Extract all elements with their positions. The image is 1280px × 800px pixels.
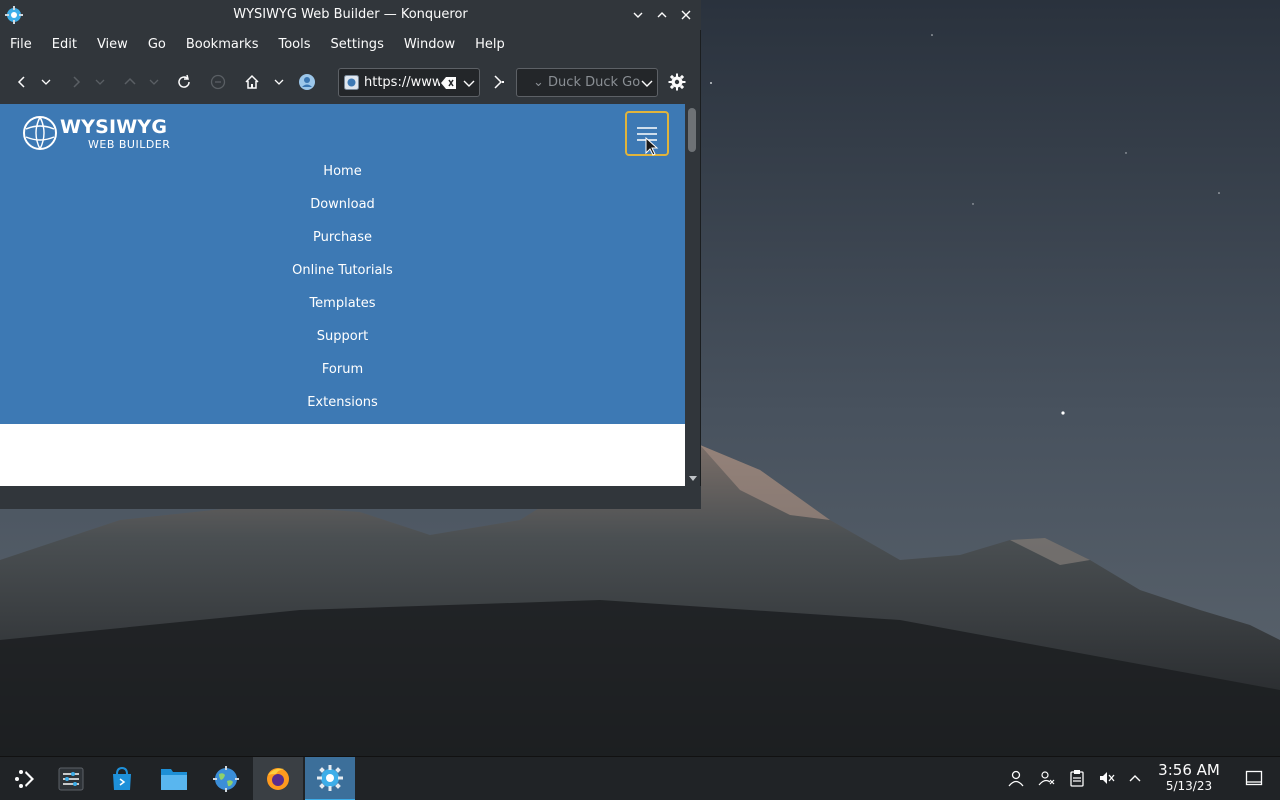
kde-connect-icon[interactable] bbox=[1036, 767, 1058, 789]
search-placeholder: Duck Duck Go bbox=[548, 75, 641, 90]
nav-link-forum[interactable]: Forum bbox=[0, 358, 685, 391]
back-icon[interactable] bbox=[10, 70, 34, 94]
user-status-icon[interactable] bbox=[1005, 767, 1027, 789]
site-logo[interactable]: WYSIWYG WEB BUILDER bbox=[22, 114, 172, 154]
site-navigation-menu: WYSIWYG WEB BUILDER Home Download Purcha… bbox=[0, 104, 685, 424]
go-arrow-icon[interactable] bbox=[486, 70, 510, 94]
menu-window[interactable]: Window bbox=[394, 33, 465, 57]
scroll-down-arrow-icon[interactable] bbox=[688, 474, 697, 483]
menu-help[interactable]: Help bbox=[465, 33, 515, 57]
search-engine-chevron-down-icon[interactable] bbox=[641, 78, 653, 88]
up-chevron-down-icon[interactable] bbox=[146, 70, 162, 94]
page-vertical-scrollbar[interactable] bbox=[685, 104, 700, 486]
home-chevron-down-icon[interactable] bbox=[270, 70, 288, 94]
up-icon[interactable] bbox=[118, 70, 142, 94]
hamburger-menu-button[interactable] bbox=[625, 111, 669, 156]
forward-history-chevron-down-icon[interactable] bbox=[92, 70, 108, 94]
nav-link-templates[interactable]: Templates bbox=[0, 292, 685, 325]
menu-view[interactable]: View bbox=[87, 33, 138, 57]
search-bar[interactable]: ⌄ Duck Duck Go bbox=[516, 68, 658, 97]
site-favicon-icon bbox=[344, 75, 359, 90]
settings-gear-icon[interactable] bbox=[665, 70, 689, 94]
nav-link-support[interactable]: Support bbox=[0, 325, 685, 358]
taskbar: 3:56 AM 5/13/23 bbox=[0, 756, 1280, 800]
konqueror-task-icon[interactable] bbox=[305, 757, 355, 800]
nav-link-download[interactable]: Download bbox=[0, 193, 685, 226]
menu-edit[interactable]: Edit bbox=[42, 33, 87, 57]
maximize-icon[interactable] bbox=[652, 5, 672, 25]
scrollbar-thumb[interactable] bbox=[688, 108, 696, 152]
stop-icon[interactable] bbox=[206, 70, 230, 94]
clear-url-icon[interactable] bbox=[441, 76, 457, 90]
url-input[interactable]: https://www.wysiwygwebbuilder.com bbox=[364, 75, 440, 90]
clipboard-icon[interactable] bbox=[1066, 767, 1088, 789]
site-nav-links: Home Download Purchase Online Tutorials … bbox=[0, 160, 685, 424]
firefox-task-icon[interactable] bbox=[253, 757, 303, 800]
url-bar[interactable]: https://www.wysiwygwebbuilder.com bbox=[338, 68, 480, 97]
system-settings-task-icon[interactable] bbox=[46, 757, 96, 800]
tray-expand-chevron-up-icon[interactable] bbox=[1124, 767, 1146, 789]
minimize-icon[interactable] bbox=[628, 5, 648, 25]
nav-link-extensions[interactable]: Extensions bbox=[0, 391, 685, 424]
window-titlebar[interactable]: WYSIWYG Web Builder — Konqueror bbox=[0, 0, 701, 30]
clock-date: 5/13/23 bbox=[1165, 779, 1213, 793]
menubar: File Edit View Go Bookmarks Tools Settin… bbox=[0, 32, 701, 58]
menu-go[interactable]: Go bbox=[138, 33, 176, 57]
home-icon[interactable] bbox=[240, 70, 264, 94]
reload-icon[interactable] bbox=[172, 70, 196, 94]
menu-bookmarks[interactable]: Bookmarks bbox=[176, 33, 269, 57]
clock-time: 3:56 AM bbox=[1158, 761, 1220, 779]
forward-icon[interactable] bbox=[64, 70, 88, 94]
application-launcher-icon[interactable] bbox=[0, 757, 50, 800]
digital-clock[interactable]: 3:56 AM 5/13/23 bbox=[1152, 762, 1226, 794]
menu-settings[interactable]: Settings bbox=[321, 33, 394, 57]
show-desktop-icon[interactable] bbox=[1243, 767, 1265, 789]
nav-link-purchase[interactable]: Purchase bbox=[0, 226, 685, 259]
discover-store-task-icon[interactable] bbox=[97, 757, 147, 800]
url-history-chevron-down-icon[interactable] bbox=[463, 78, 475, 88]
back-history-chevron-down-icon[interactable] bbox=[38, 70, 54, 94]
file-manager-task-icon[interactable] bbox=[149, 757, 199, 800]
browser-window: WYSIWYG Web Builder — Konqueror File Edi… bbox=[0, 0, 701, 509]
close-icon[interactable] bbox=[676, 5, 696, 25]
web-page-viewport: WYSIWYG WEB BUILDER Home Download Purcha… bbox=[0, 104, 685, 486]
nav-link-home[interactable]: Home bbox=[0, 160, 685, 193]
search-engine-indicator: ⌄ bbox=[533, 75, 544, 90]
status-bar bbox=[0, 486, 701, 509]
window-title: WYSIWYG Web Builder — Konqueror bbox=[233, 7, 468, 22]
logo-subtitle: WEB BUILDER bbox=[88, 138, 171, 151]
menu-file[interactable]: File bbox=[0, 33, 42, 57]
logo-wordmark: WYSIWYG bbox=[60, 116, 168, 138]
mouse-cursor-icon bbox=[645, 136, 659, 157]
globe-logo-icon bbox=[22, 115, 58, 151]
search-input[interactable]: ⌄ Duck Duck Go bbox=[533, 75, 640, 90]
user-profile-icon[interactable] bbox=[295, 70, 319, 94]
menu-tools[interactable]: Tools bbox=[268, 33, 320, 57]
browser-globe-task-icon[interactable] bbox=[201, 757, 251, 800]
volume-muted-icon[interactable] bbox=[1096, 767, 1118, 789]
nav-link-online-tutorials[interactable]: Online Tutorials bbox=[0, 259, 685, 292]
